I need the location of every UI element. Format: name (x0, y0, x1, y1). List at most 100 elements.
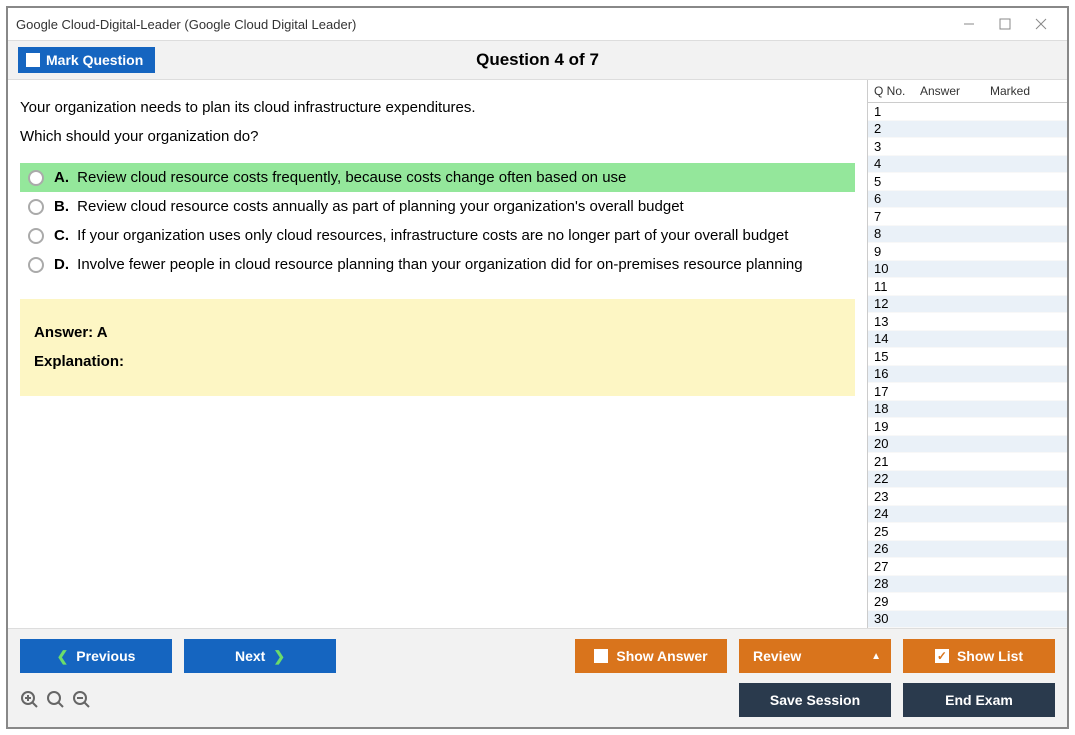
review-label: Review (753, 648, 801, 664)
question-row[interactable]: 3 (868, 138, 1067, 156)
question-row[interactable]: 22 (868, 471, 1067, 489)
question-counter: Question 4 of 7 (476, 50, 599, 70)
question-row[interactable]: 12 (868, 296, 1067, 314)
previous-label: Previous (76, 648, 135, 664)
chevron-right-icon: ❯ (273, 648, 285, 665)
dropdown-arrow-icon: ▲ (871, 651, 881, 662)
row-qno: 28 (868, 576, 914, 591)
minimize-icon[interactable] (951, 12, 987, 36)
radio-icon (28, 170, 44, 186)
question-line-2: Which should your organization do? (20, 123, 855, 152)
row-qno: 10 (868, 261, 914, 276)
show-list-button[interactable]: ✓ Show List (903, 639, 1055, 673)
col-header-marked: Marked (984, 80, 1067, 102)
app-window: Google Cloud-Digital-Leader (Google Clou… (6, 6, 1069, 729)
option-b[interactable]: B. Review cloud resource costs annually … (20, 192, 855, 221)
option-d[interactable]: D. Involve fewer people in cloud resourc… (20, 250, 855, 279)
question-row[interactable]: 11 (868, 278, 1067, 296)
question-row[interactable]: 17 (868, 383, 1067, 401)
radio-icon (28, 257, 44, 273)
option-text: A. Review cloud resource costs frequentl… (54, 169, 626, 186)
question-list-sidebar: Q No. Answer Marked 12345678910111213141… (867, 80, 1067, 628)
row-qno: 24 (868, 506, 914, 521)
question-row[interactable]: 4 (868, 156, 1067, 174)
row-qno: 11 (868, 279, 914, 294)
row-qno: 9 (868, 244, 914, 259)
question-row[interactable]: 10 (868, 261, 1067, 279)
row-qno: 25 (868, 524, 914, 539)
question-row[interactable]: 1 (868, 103, 1067, 121)
row-qno: 21 (868, 454, 914, 469)
mark-question-button[interactable]: Mark Question (18, 47, 155, 73)
next-button[interactable]: Next ❯ (184, 639, 336, 673)
row-qno: 20 (868, 436, 914, 451)
question-row[interactable]: 18 (868, 401, 1067, 419)
question-row[interactable]: 27 (868, 558, 1067, 576)
question-row[interactable]: 26 (868, 541, 1067, 559)
radio-icon (28, 199, 44, 215)
answer-value: A (97, 324, 108, 341)
body: Your organization needs to plan its clou… (8, 80, 1067, 628)
row-qno: 22 (868, 471, 914, 486)
option-a[interactable]: A. Review cloud resource costs frequentl… (20, 163, 855, 192)
zoom-reset-icon[interactable] (46, 690, 66, 710)
question-row[interactable]: 13 (868, 313, 1067, 331)
row-qno: 27 (868, 559, 914, 574)
question-row[interactable]: 9 (868, 243, 1067, 261)
question-row[interactable]: 29 (868, 593, 1067, 611)
row-qno: 15 (868, 349, 914, 364)
question-row[interactable]: 20 (868, 436, 1067, 454)
radio-icon (28, 228, 44, 244)
mark-checkbox-icon (26, 53, 40, 67)
col-header-qno: Q No. (868, 80, 914, 102)
row-qno: 2 (868, 121, 914, 136)
question-row[interactable]: 15 (868, 348, 1067, 366)
row-qno: 29 (868, 594, 914, 609)
row-qno: 19 (868, 419, 914, 434)
question-row[interactable]: 2 (868, 121, 1067, 139)
show-list-label: Show List (957, 648, 1023, 664)
question-row[interactable]: 19 (868, 418, 1067, 436)
sidebar-header: Q No. Answer Marked (868, 80, 1067, 103)
row-qno: 18 (868, 401, 914, 416)
options-list: A. Review cloud resource costs frequentl… (20, 163, 855, 279)
answer-label: Answer: (34, 324, 97, 341)
end-exam-label: End Exam (945, 692, 1013, 708)
option-text: C. If your organization uses only cloud … (54, 227, 788, 244)
option-c[interactable]: C. If your organization uses only cloud … (20, 221, 855, 250)
maximize-icon[interactable] (987, 12, 1023, 36)
question-row[interactable]: 21 (868, 453, 1067, 471)
row-qno: 12 (868, 296, 914, 311)
row-qno: 4 (868, 156, 914, 171)
close-icon[interactable] (1023, 12, 1059, 36)
row-qno: 1 (868, 104, 914, 119)
row-qno: 5 (868, 174, 914, 189)
answer-panel: Answer: A Explanation: (20, 299, 855, 396)
question-row[interactable]: 30 (868, 611, 1067, 629)
question-list[interactable]: 1234567891011121314151617181920212223242… (868, 103, 1067, 628)
end-exam-button[interactable]: End Exam (903, 683, 1055, 717)
question-row[interactable]: 6 (868, 191, 1067, 209)
row-qno: 16 (868, 366, 914, 381)
question-row[interactable]: 25 (868, 523, 1067, 541)
previous-button[interactable]: ❮ Previous (20, 639, 172, 673)
question-row[interactable]: 23 (868, 488, 1067, 506)
question-row[interactable]: 16 (868, 366, 1067, 384)
save-session-label: Save Session (770, 692, 860, 708)
question-row[interactable]: 24 (868, 506, 1067, 524)
show-answer-button[interactable]: Show Answer (575, 639, 727, 673)
question-row[interactable]: 7 (868, 208, 1067, 226)
question-row[interactable]: 8 (868, 226, 1067, 244)
chevron-left-icon: ❮ (57, 648, 69, 665)
row-qno: 14 (868, 331, 914, 346)
zoom-out-icon[interactable] (72, 690, 92, 710)
question-row[interactable]: 5 (868, 173, 1067, 191)
row-qno: 30 (868, 611, 914, 626)
question-row[interactable]: 28 (868, 576, 1067, 594)
review-button[interactable]: Review ▲ (739, 639, 891, 673)
zoom-in-icon[interactable] (20, 690, 40, 710)
save-session-button[interactable]: Save Session (739, 683, 891, 717)
footer-row-1: ❮ Previous Next ❯ Show Answer Review ▲ ✓… (20, 639, 1055, 673)
header-bar: Mark Question Question 4 of 7 (8, 40, 1067, 80)
question-row[interactable]: 14 (868, 331, 1067, 349)
